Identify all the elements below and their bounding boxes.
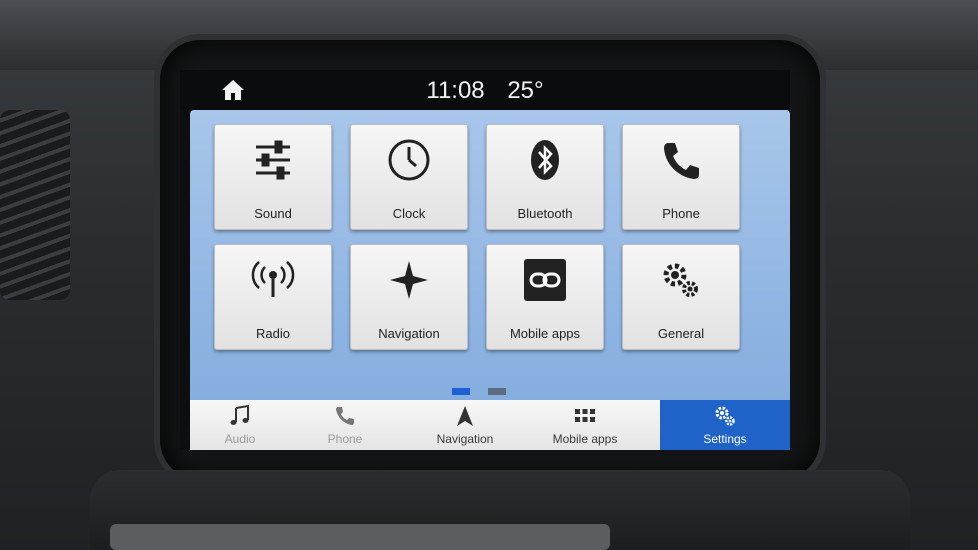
tile-label: Navigation xyxy=(378,326,440,341)
tile-sound[interactable]: Sound xyxy=(214,124,332,230)
phone-icon xyxy=(664,143,699,179)
nav-phone[interactable]: Phone xyxy=(295,400,395,450)
tile-radio[interactable]: Radio xyxy=(214,244,332,350)
page-indicator xyxy=(452,382,520,400)
gears-icon xyxy=(715,406,735,426)
nav-label: Settings xyxy=(703,432,747,446)
console-buttons xyxy=(110,524,610,550)
link-icon xyxy=(524,259,566,301)
settings-panel: Sound Clock Bluetooth Phone Radio Naviga… xyxy=(190,110,790,450)
tile-label: Phone xyxy=(662,206,700,221)
nav-audio[interactable]: Audio xyxy=(190,400,290,450)
phone-icon xyxy=(336,407,354,425)
tile-label: Sound xyxy=(254,206,292,221)
tile-label: Mobile apps xyxy=(509,326,581,341)
settings-grid: Sound Clock Bluetooth Phone Radio Naviga… xyxy=(214,124,774,354)
music-note-icon xyxy=(230,404,249,425)
compass-star-icon xyxy=(390,261,428,299)
clock-time: 11:08 xyxy=(426,77,485,104)
tile-mobile-apps[interactable]: Mobile apps xyxy=(486,244,604,350)
radio-antenna-icon xyxy=(251,261,295,297)
gears-icon xyxy=(663,263,698,297)
infotainment-screen: 11:08 25° Sound Clock Bluetooth Phone Ra… xyxy=(180,70,790,450)
grid-icon xyxy=(575,409,595,422)
status-bar: 11:08 25° xyxy=(180,70,790,110)
tile-general[interactable]: General xyxy=(622,244,740,350)
tile-bluetooth[interactable]: Bluetooth xyxy=(486,124,604,230)
nav-label: Phone xyxy=(327,432,363,446)
nav-label: Audio xyxy=(224,432,256,446)
nav-label: Navigation xyxy=(436,432,494,446)
tile-label: Bluetooth xyxy=(517,206,573,221)
clock-icon xyxy=(388,139,430,181)
outside-temperature: 25° xyxy=(507,77,544,104)
bluetooth-icon xyxy=(531,140,559,180)
air-vent xyxy=(0,110,70,300)
tile-label: Radio xyxy=(256,326,290,341)
bottom-nav-bar: Audio Phone Navigation Mobile apps Setti… xyxy=(190,400,790,450)
tile-navigation[interactable]: Navigation xyxy=(350,244,468,350)
nav-settings[interactable]: Settings xyxy=(660,400,790,450)
tile-phone[interactable]: Phone xyxy=(622,124,740,230)
page-dot[interactable] xyxy=(488,388,507,395)
tile-clock[interactable]: Clock xyxy=(350,124,468,230)
status-readout: 11:08 25° xyxy=(180,77,790,105)
navigation-arrow-icon xyxy=(457,406,473,426)
page-dot-active[interactable] xyxy=(452,388,470,395)
sliders-icon xyxy=(256,140,290,180)
nav-navigation[interactable]: Navigation xyxy=(415,400,515,450)
nav-mobile-apps[interactable]: Mobile apps xyxy=(535,400,635,450)
tile-label: General xyxy=(657,326,705,341)
nav-label: Mobile apps xyxy=(552,432,618,446)
tile-label: Clock xyxy=(392,206,426,221)
